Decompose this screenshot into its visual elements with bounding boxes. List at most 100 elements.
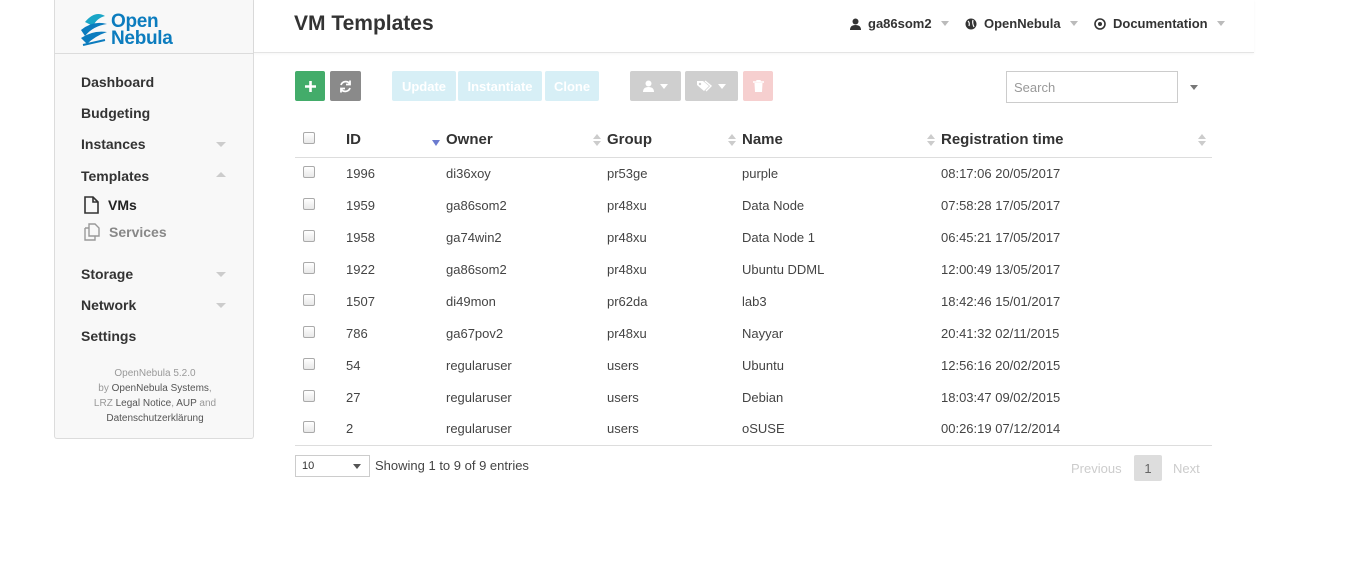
row-select-cell — [295, 317, 346, 349]
entries-info: Showing 1 to 9 of 9 entries — [375, 458, 529, 473]
cell-registration-time: 12:00:49 13/05/2017 — [941, 261, 1061, 277]
table-row[interactable]: 54 regularuser users Ubuntu 12:56:16 20/02/2… — [295, 349, 1212, 381]
version-text: OpenNebula 5.2.0 — [114, 368, 196, 379]
next-page-button[interactable]: Next — [1173, 461, 1200, 476]
table-row[interactable]: 1958 ga74win2 pr48xu Data Node 1 06:45:21 17… — [295, 221, 1212, 253]
header: VM Templates ga86som2 OpenNebula Documen… — [254, 0, 1254, 53]
column-header-group[interactable]: Group — [607, 122, 742, 158]
row-checkbox[interactable] — [303, 389, 315, 402]
chevron-down-icon — [1069, 21, 1078, 26]
cell-name: Ubuntu DDML — [742, 261, 825, 277]
row-checkbox[interactable] — [303, 357, 315, 370]
row-checkbox[interactable] — [303, 197, 315, 210]
cell-registration-time: 08:17:06 20/05/2017 — [941, 165, 1061, 181]
table-row[interactable]: 1922 ga86som2 pr48xu Ubuntu DDML 12:00:49 13… — [295, 253, 1212, 285]
chevron-down-icon[interactable] — [216, 142, 226, 147]
row-checkbox[interactable] — [303, 229, 315, 242]
update-button[interactable]: Update — [392, 71, 456, 101]
aup-link[interactable]: AUP — [176, 398, 196, 409]
sidebar-item-network[interactable]: Network — [81, 297, 136, 313]
sort-icon — [728, 134, 736, 148]
chevron-down-icon[interactable] — [216, 303, 226, 308]
cell-group: pr48xu — [607, 197, 647, 213]
select-all-checkbox[interactable] — [303, 131, 315, 144]
cell-registration-time: 18:03:47 09/02/2015 — [941, 389, 1061, 405]
sidebar-item-instances[interactable]: Instances — [81, 136, 146, 152]
opennebula-systems-link[interactable]: OpenNebula Systems — [112, 383, 209, 394]
instantiate-button[interactable]: Instantiate — [458, 71, 542, 101]
column-header-owner[interactable]: Owner — [446, 122, 607, 158]
column-header-label: Name — [742, 130, 783, 148]
column-header-name[interactable]: Name — [742, 122, 941, 158]
row-checkbox[interactable] — [303, 165, 315, 178]
user-icon — [643, 80, 654, 92]
cell-owner: regularuser — [446, 357, 512, 373]
select-all-header[interactable] — [295, 122, 346, 158]
column-header-label: Group — [607, 130, 652, 148]
cell-owner: ga74win2 — [446, 229, 502, 245]
search-input[interactable] — [1006, 71, 1178, 103]
table-row[interactable]: 1996 di36xoy pr53ge purple 08:17:06 20/05/20… — [295, 157, 1212, 189]
cell-id: 54 — [346, 357, 361, 373]
change-owner-button[interactable] — [630, 71, 681, 101]
labels-button[interactable] — [685, 71, 738, 101]
create-button[interactable] — [295, 71, 325, 101]
cell-group: users — [607, 357, 639, 373]
table-row[interactable]: 786 ga67pov2 pr48xu Nayyar 20:41:32 02/11/20… — [295, 317, 1212, 349]
tags-icon — [697, 80, 712, 92]
sidebar-item-templates[interactable]: Templates — [81, 168, 149, 184]
legal-notice-link[interactable]: Legal Notice — [116, 398, 172, 409]
clone-button[interactable]: Clone — [545, 71, 599, 101]
cell-id: 1959 — [346, 197, 375, 213]
table-row[interactable]: 1507 di49mon pr62da lab3 18:42:46 15/01/2017 — [295, 285, 1212, 317]
cell-registration-time: 06:45:21 17/05/2017 — [941, 229, 1061, 245]
table-row[interactable]: 1959 ga86som2 pr48xu Data Node 07:58:28 17/0… — [295, 189, 1212, 221]
help-icon — [1094, 17, 1106, 30]
table-body: 1996 di36xoy pr53ge purple 08:17:06 20/05/20… — [295, 157, 1212, 446]
cell-registration-time: 18:42:46 15/01/2017 — [941, 293, 1061, 309]
opennebula-logo[interactable]: Open Nebula — [55, 0, 253, 54]
table-row[interactable]: 27 regularuser users Debian 18:03:47 09/02/2… — [295, 381, 1212, 413]
search-options-chevron-icon[interactable] — [1190, 85, 1198, 90]
cell-owner: ga86som2 — [446, 197, 507, 213]
privacy-link[interactable]: Datenschutzerklärung — [106, 413, 203, 424]
sidebar-item-budgeting[interactable]: Budgeting — [81, 105, 150, 121]
column-header-label: Owner — [446, 130, 493, 148]
row-select-cell — [295, 221, 346, 253]
cell-registration-time: 12:56:16 20/02/2015 — [941, 357, 1061, 373]
sidebar-item-dashboard[interactable]: Dashboard — [81, 74, 154, 90]
page-title: VM Templates — [294, 12, 434, 35]
comma-text: , — [171, 398, 174, 409]
cell-id: 1922 — [346, 261, 375, 277]
cell-name: Ubuntu — [742, 357, 784, 373]
refresh-button[interactable] — [330, 71, 361, 101]
chevron-up-icon[interactable] — [216, 172, 226, 177]
chevron-down-icon[interactable] — [216, 272, 226, 277]
row-checkbox[interactable] — [303, 325, 315, 338]
row-checkbox[interactable] — [303, 261, 315, 274]
cell-group: users — [607, 389, 639, 405]
user-icon — [850, 18, 861, 30]
sidebar-item-storage[interactable]: Storage — [81, 266, 133, 282]
zone-menu[interactable]: OpenNebula — [965, 16, 1078, 31]
page-size-select[interactable]: 10 — [295, 455, 370, 477]
plus-icon — [304, 80, 316, 92]
sidebar-item-vms[interactable]: VMs — [83, 196, 137, 214]
documentation-menu[interactable]: Documentation — [1094, 16, 1225, 31]
sidebar-item-services[interactable]: Services — [83, 223, 167, 241]
chevron-down-icon — [1216, 21, 1225, 26]
delete-button[interactable] — [743, 71, 773, 101]
column-header-id[interactable]: ID — [346, 122, 446, 158]
user-menu[interactable]: ga86som2 — [850, 16, 949, 31]
row-select-cell — [295, 157, 346, 189]
cell-group: users — [607, 413, 742, 446]
row-checkbox[interactable] — [303, 421, 315, 434]
previous-page-button[interactable]: Previous — [1071, 461, 1122, 476]
column-header-registration-time[interactable]: Registration time — [941, 122, 1212, 158]
sidebar-item-settings[interactable]: Settings — [81, 328, 136, 344]
cell-owner: di36xoy — [446, 165, 491, 181]
table-header-row: ID Owner Group Name Registration time — [295, 122, 1212, 158]
table-row[interactable]: 2 regularuser users oSUSE 00:26:19 07/12/201… — [295, 413, 1212, 446]
page-1-button[interactable]: 1 — [1134, 455, 1162, 481]
row-checkbox[interactable] — [303, 293, 315, 306]
